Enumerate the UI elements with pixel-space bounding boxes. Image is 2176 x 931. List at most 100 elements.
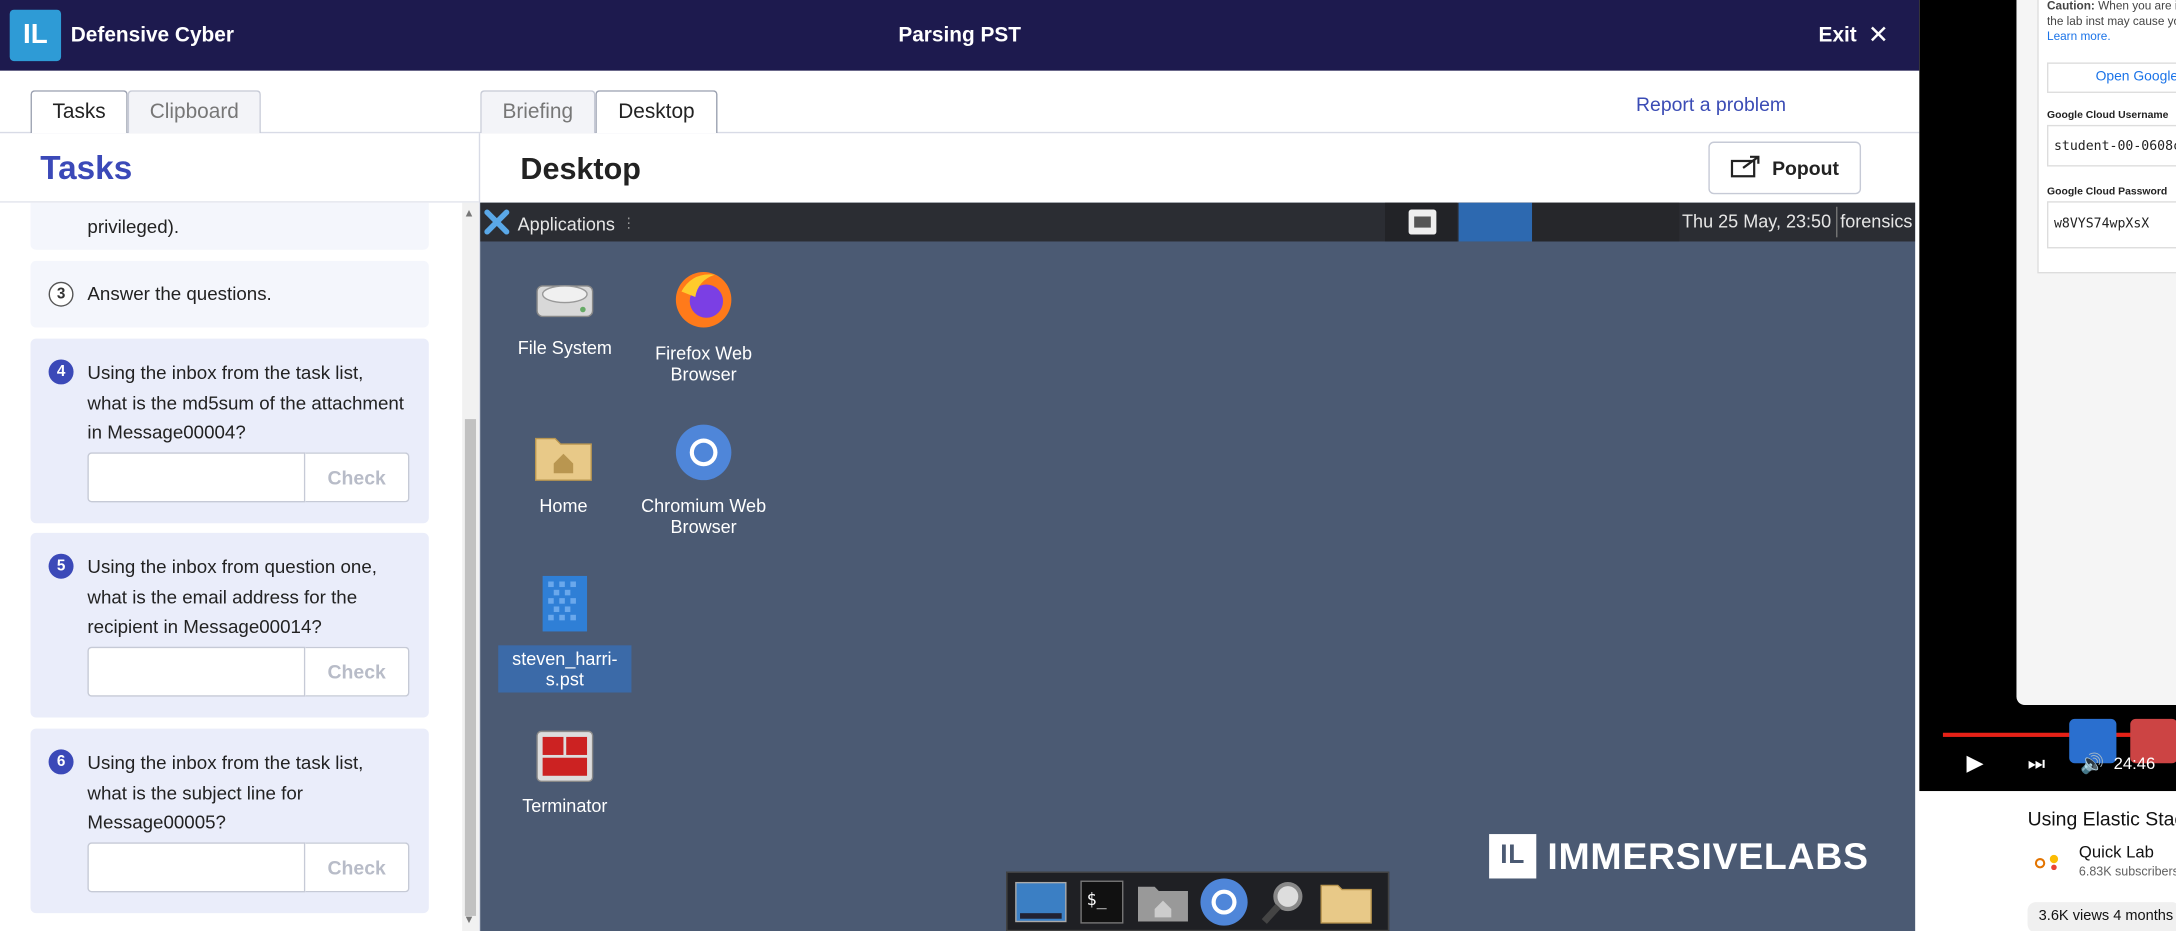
task-text: Using the inbox from the task list, what… (87, 752, 364, 834)
answer-input-6[interactable] (87, 842, 306, 893)
scrollbar-thumb[interactable] (464, 419, 477, 916)
immersive-labs-logo: IL (9, 9, 62, 62)
firefox-icon (637, 269, 770, 334)
immersivelabs-watermark: IL IMMERSIVELABS (1489, 834, 1869, 879)
icon-label: File System (517, 337, 612, 359)
panel-divider (1836, 206, 1838, 238)
dock-chromium-icon[interactable] (1196, 875, 1252, 928)
task-number: 6 (48, 749, 74, 775)
desktop-icon-pst-file[interactable]: steven_harri-s.pst (498, 575, 632, 693)
watermark-text: IMMERSIVELABS (1547, 834, 1869, 877)
video-frame: Caution: When you are in deviate from th… (2016, 0, 2176, 706)
channel-avatar-icon[interactable] (2033, 851, 2059, 871)
tab-clipboard[interactable]: Clipboard (127, 90, 261, 134)
show-desktop-button[interactable] (1385, 202, 1458, 242)
desktop-icon-firefox[interactable]: Firefox Web Browser (637, 269, 770, 384)
play-icon[interactable]: ▶ (1967, 749, 1984, 777)
task-text: Answer the questions. (87, 283, 272, 304)
desktop-icon-terminator[interactable]: Terminator (498, 730, 631, 816)
dock-terminal-icon[interactable]: $_ (1074, 875, 1130, 928)
xfce-dock: $_ (1006, 871, 1390, 931)
panel-user[interactable]: forensics (1840, 211, 1912, 232)
dock-folder-icon[interactable] (1318, 875, 1374, 928)
icon-label: Terminator (522, 795, 608, 817)
desktop-header: Desktop Popout (480, 133, 1919, 202)
task-card-5: 5 Using the inbox from question one, wha… (30, 532, 429, 718)
drive-icon (498, 275, 631, 329)
username-label: Google Cloud Username (2047, 108, 2169, 121)
video-player[interactable]: Caution: When you are in deviate from th… (1919, 0, 2176, 792)
answer-input-5[interactable] (87, 646, 306, 697)
brand-name: Defensive Cyber (70, 23, 234, 48)
applications-label: Applications (517, 213, 615, 235)
video-pane: Caution: When you are in deviate from th… (1919, 0, 2176, 931)
report-problem-link[interactable]: Report a problem (1636, 93, 1786, 115)
popout-label: Popout (1772, 156, 1839, 180)
popout-icon (1730, 155, 1761, 181)
task-number: 4 (48, 359, 74, 385)
username-value: student-00-0608c (2047, 124, 2176, 167)
task-card-3: 3 Answer the questions. (30, 260, 429, 328)
icon-label: steven_harri-s.pst (498, 645, 632, 693)
terminal-icon (498, 730, 631, 787)
tab-briefing[interactable]: Briefing (480, 90, 596, 134)
vm-desktop[interactable]: Applications ⋮ Thu 25 May, 23:50 forensi… (480, 202, 1916, 931)
open-console-button: Open Google (2047, 62, 2176, 93)
video-stats[interactable]: 3.6K views 4 months (2027, 902, 2176, 931)
check-button-5[interactable]: Check (305, 646, 410, 697)
handle-icon: ⋮ (621, 216, 636, 232)
task-card-6: 6 Using the inbox from the task list, wh… (30, 728, 429, 914)
task-card-2: privileged). (30, 202, 429, 250)
applications-menu[interactable]: Applications ⋮ (483, 208, 636, 240)
tab-row: Tasks Clipboard Briefing Desktop Report … (0, 70, 1920, 134)
tasks-header: Tasks (0, 133, 479, 203)
scroll-down-icon[interactable]: ▼ (464, 913, 475, 925)
dock-show-desktop-icon[interactable] (1013, 875, 1069, 928)
chromium-icon (637, 422, 770, 487)
close-icon: ✕ (1867, 20, 1889, 49)
xfce-top-panel: Applications ⋮ Thu 25 May, 23:50 forensi… (480, 202, 1916, 242)
answer-input-4[interactable] (87, 452, 306, 503)
icon-label: Chromium Web Browser (641, 495, 767, 538)
desktop-icon-chromium[interactable]: Chromium Web Browser (637, 422, 770, 537)
desktop-icon-file-system[interactable]: File System (498, 275, 631, 358)
channel-name[interactable]: Quick Lab (2079, 842, 2154, 861)
password-value: w8VYS74wpXsX (2047, 201, 2176, 249)
check-button-6[interactable]: Check (305, 842, 410, 893)
workspace-1[interactable] (1458, 202, 1533, 242)
caution-bold: Caution: (2047, 0, 2095, 13)
learn-more-link: Learn more. (2047, 29, 2111, 44)
dock-search-icon[interactable] (1257, 875, 1313, 928)
workspace-2[interactable] (1532, 202, 1680, 242)
popout-button[interactable]: Popout (1708, 141, 1862, 195)
home-folder-icon (497, 430, 630, 487)
password-label: Google Cloud Password (2047, 184, 2168, 198)
video-content: Caution: When you are in deviate from th… (2037, 0, 2176, 274)
task-card-4: 4 Using the inbox from the task list, wh… (30, 338, 429, 524)
scroll-up-icon[interactable]: ▲ (464, 207, 475, 219)
check-button-4[interactable]: Check (305, 452, 410, 503)
tab-tasks[interactable]: Tasks (30, 90, 128, 134)
desktop-icon-home[interactable]: Home (497, 430, 630, 516)
video-time: 24:46 (2113, 753, 2156, 774)
desktop-heading: Desktop (520, 151, 641, 186)
tab-desktop[interactable]: Desktop (595, 90, 718, 134)
app-header: IL Defensive Cyber Parsing PST Exit ✕ (0, 0, 1920, 71)
panel-clock[interactable]: Thu 25 May, 23:50 (1682, 211, 1831, 232)
pst-file-icon (498, 575, 631, 637)
lab-title: Parsing PST (898, 23, 1021, 48)
tasks-heading: Tasks (40, 149, 133, 188)
task-scrollbar[interactable]: ▲ ▼ (462, 202, 479, 931)
svg-text:$_: $_ (1087, 889, 1108, 908)
task-text: Using the inbox from the task list, what… (87, 362, 405, 444)
video-title[interactable]: Using Elastic Stac (2028, 808, 2176, 830)
icon-label: Firefox Web Browser (655, 342, 753, 385)
next-icon[interactable]: ⏭ (2028, 752, 2045, 776)
volume-icon[interactable]: 🔊 (2080, 752, 2104, 776)
task-number: 5 (48, 553, 74, 579)
dock-home-folder-icon[interactable] (1135, 875, 1191, 928)
task-text: privileged). (87, 216, 180, 238)
exit-button[interactable]: Exit ✕ (1819, 21, 1889, 50)
watermark-logo: IL (1489, 834, 1537, 879)
subscriber-count: 6.83K subscribers (2078, 864, 2176, 879)
